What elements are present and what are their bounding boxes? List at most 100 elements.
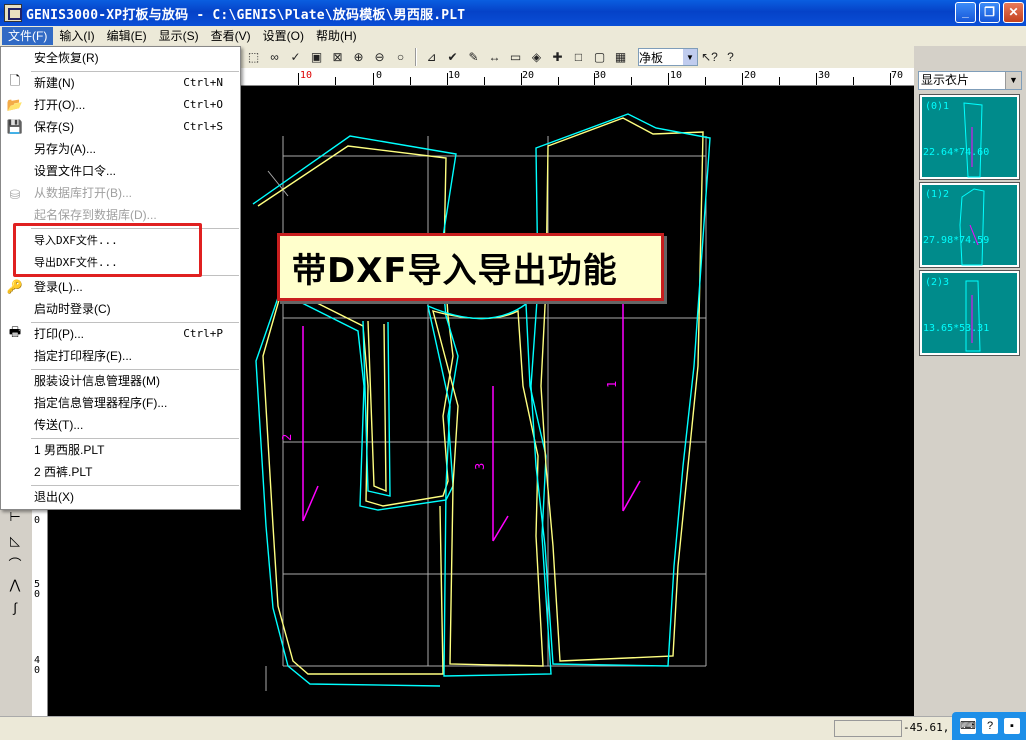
system-tray: ⌨ ? ▪ [952,712,1026,740]
menu-input[interactable]: 输入(I) [53,27,100,45]
menu-item-recovery[interactable]: 安全恢复(R) [29,47,239,69]
zoom-in-icon[interactable]: ⊕ [349,48,368,67]
menu-item-login-startup[interactable]: 启动时登录(C) [29,298,239,320]
menu-item-send[interactable]: 传送(T)... [29,414,239,436]
ruler-label: 0 [34,589,41,600]
pen-icon[interactable]: ✎ [464,48,483,67]
help-icon[interactable]: ? [982,718,998,734]
app-icon [4,4,22,22]
ruler-label: 0 [34,665,41,676]
piece-number-label: 1 [605,381,619,388]
frame-icon[interactable]: □ [569,48,588,67]
ruler-tool-icon[interactable]: ⊢ [6,508,24,526]
menu-edit[interactable]: 编辑(E) [101,27,153,45]
construction-grid [265,136,707,691]
ruler-label: 30 [594,70,607,81]
menu-item-set-password[interactable]: 设置文件口令... [29,160,239,182]
arc-tool-icon[interactable]: ⌒ [6,554,24,572]
menu-display[interactable]: 显示(S) [153,27,205,45]
piece-number-label: 2 [280,434,294,441]
ruler-label: 0 [376,70,383,81]
tray-icon[interactable]: ▪ [1004,718,1020,734]
callout-text: 带DXF导入导出功能 [292,250,618,291]
file-menu-dropdown: 安全恢复(R) 🗋 新建(N) Ctrl+N 📂 打开(O)... Ctrl+O 💾… [0,46,241,510]
menu-item-exit[interactable]: 退出(X) [29,486,239,508]
menu-item-recent-2[interactable]: 2 西裤.PLT [29,461,239,483]
ruler-label: 10 [670,70,683,81]
piece-thumbnail[interactable]: (1)2 27.98*74.59 [919,182,1020,268]
angle-tool-icon[interactable]: ◺ [6,532,24,550]
grading-icon[interactable]: ⊿ [422,48,441,67]
menu-settings[interactable]: 设置(O) [257,27,310,45]
new-file-icon: 🗋 [9,73,21,88]
piece-thumbnail[interactable]: (2)3 13.65*53.31 [919,270,1020,356]
menu-item-save[interactable]: 保存(S) Ctrl+S [29,116,239,138]
ruler-label: 20 [744,70,757,81]
feature-callout: 带DXF导入导出功能 [277,233,664,301]
fit-window-icon[interactable]: ⊠ [328,48,347,67]
ruler-top: 10 0 10 20 30 10 20 30 70 [240,68,914,86]
zoom-icon[interactable]: ○ [391,48,410,67]
zoom-out-icon[interactable]: ⊖ [370,48,389,67]
menu-icon-gutter [1,47,29,509]
help-icon[interactable]: ? [721,48,740,67]
menu-view[interactable]: 查看(V) [205,27,257,45]
node-icon[interactable]: ∞ [265,48,284,67]
window-title: GENIS3000-XP打板与放码 - C:\GENIS\Plate\放码模板\… [26,7,466,23]
maximize-button[interactable]: ❐ [979,2,1000,23]
cloth-icon[interactable]: ◈ [527,48,546,67]
ruler-label: 0 [34,515,41,526]
status-bar: -45.61, 1 [0,716,1026,740]
toolbar-separator [415,48,417,66]
menu-bar: 文件(F) 输入(I) 编辑(E) 显示(S) 查看(V) 设置(O) 帮助(H… [0,26,1026,46]
show-pieces-select[interactable]: 显示衣片 ▼ [918,71,1022,90]
database-icon: ⛁ [9,187,21,202]
menu-item-open-db[interactable]: 从数据库打开(B)... [29,182,239,204]
chevron-down-icon: ▼ [1005,72,1021,89]
frame2-icon[interactable]: ▢ [590,48,609,67]
menu-item-login[interactable]: 登录(L)... [29,276,239,298]
board-select[interactable]: 净板 ▼ [638,48,698,66]
context-help-icon[interactable]: ↖? [700,48,719,67]
dxf-highlight-box [13,223,202,277]
login-icon: 🔑 [6,279,24,294]
close-button[interactable]: ✕ [1003,2,1024,23]
keyboard-icon[interactable]: ⌨ [960,718,976,734]
piece-panel: 显示衣片 ▼ (0)1 22.64*74.60 (1)2 27.98*74.59… [916,68,1026,716]
menu-item-open[interactable]: 打开(O)... Ctrl+O [29,94,239,116]
curve-tool-icon[interactable]: ∫ [6,598,24,616]
menu-item-recent-1[interactable]: 1 男西服.PLT [29,439,239,461]
menu-item-printer[interactable]: 指定打印程序(E)... [29,345,239,367]
piece-number-label: 3 [473,463,487,470]
status-pane [834,720,902,737]
layout-icon[interactable]: ✚ [548,48,567,67]
image-icon[interactable]: ▦ [611,48,630,67]
chevron-down-icon: ▼ [683,49,697,65]
menu-item-new[interactable]: 新建(N) Ctrl+N [29,72,239,94]
toolbar: ⬚ ∞ ✓ ▣ ⊠ ⊕ ⊖ ○ ⊿ ✔ ✎ ↔ ▭ ◈ ✚ □ ▢ ▦ 净板 ▼… [240,46,914,68]
open-folder-icon: 📂 [6,97,24,112]
piece-icon[interactable]: ▭ [506,48,525,67]
menu-item-info-manager-program[interactable]: 指定信息管理器程序(F)... [29,392,239,414]
ruler-label: 30 [818,70,831,81]
menu-help[interactable]: 帮助(H) [310,27,363,45]
zoom-1to1-icon[interactable]: ▣ [307,48,326,67]
menu-file[interactable]: 文件(F) [2,27,54,45]
save-icon: 💾 [6,119,24,134]
minimize-button[interactable]: _ [955,2,976,23]
lasso-select-icon[interactable]: ⬚ [244,48,263,67]
front-piece [252,135,459,687]
piece-thumbnail[interactable]: (0)1 22.64*74.60 [919,94,1020,180]
measure-icon[interactable]: ↔ [485,48,504,67]
back-piece [530,113,711,667]
title-bar: GENIS3000-XP打板与放码 - C:\GENIS\Plate\放码模板\… [0,0,1026,26]
ruler-label: 70 [891,70,904,81]
ruler-label: 10 [300,70,313,81]
compass-tool-icon[interactable]: ⋀ [6,576,24,594]
menu-item-save-as[interactable]: 另存为(A)... [29,138,239,160]
grade-check-icon[interactable]: ✔ [443,48,462,67]
ruler-label: 20 [522,70,535,81]
menu-item-print[interactable]: 打印(P)... Ctrl+P [29,323,239,345]
menu-item-costume-manager[interactable]: 服装设计信息管理器(M) [29,370,239,392]
check-icon[interactable]: ✓ [286,48,305,67]
